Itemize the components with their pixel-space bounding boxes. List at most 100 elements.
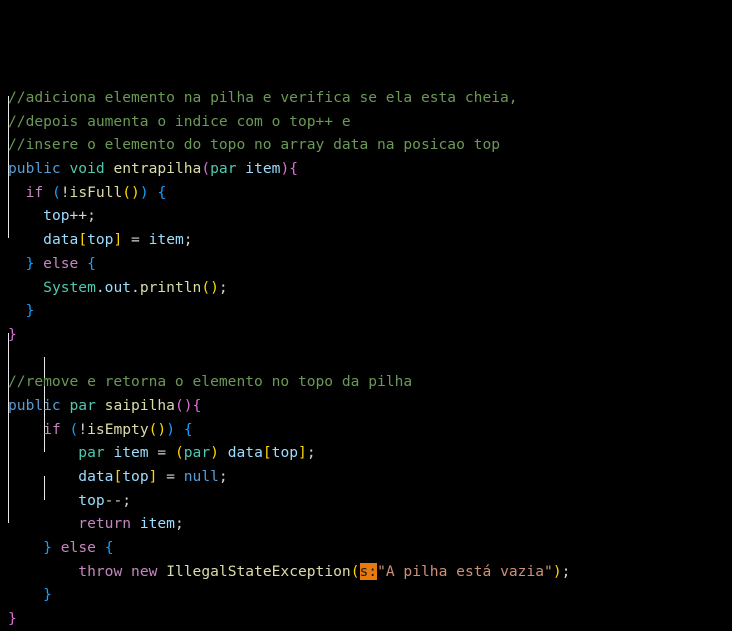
code-token: throw: [78, 562, 123, 580]
code-token: item: [139, 515, 175, 533]
code-token: //adiciona elemento na pilha e verifica …: [8, 89, 518, 106]
code-line[interactable]: return item;: [8, 512, 570, 536]
code-line[interactable]: public par saipilha(){: [8, 394, 570, 418]
code-token: out: [104, 278, 132, 296]
code-token: void: [69, 160, 105, 178]
code-token: ;: [183, 231, 193, 249]
code-editor[interactable]: //adiciona elemento na pilha e verifica …: [8, 1, 570, 631]
code-line[interactable]: public void entrapilha(par item){: [8, 157, 570, 181]
code-token: ): [139, 183, 149, 201]
code-line[interactable]: System.out.println();: [8, 276, 570, 300]
code-token: ;: [561, 562, 571, 580]
code-token: =: [148, 444, 175, 462]
code-token: entrapilha: [113, 160, 202, 178]
code-token: ): [280, 160, 290, 178]
code-token: --;: [104, 491, 132, 509]
code-line[interactable]: //depois aumenta o indice com o top++ e: [8, 110, 570, 134]
code-line[interactable]: data[top] = null;: [8, 465, 570, 489]
code-token: }: [8, 610, 17, 628]
code-token: data: [227, 444, 263, 462]
code-token: (: [174, 444, 184, 462]
code-token: {: [192, 396, 202, 414]
code-token: else: [43, 254, 79, 272]
code-line[interactable]: top--;: [8, 489, 570, 513]
code-line[interactable]: //adiciona elemento na pilha e verifica …: [8, 86, 570, 110]
code-token: (): [201, 278, 219, 296]
code-line[interactable]: [8, 347, 570, 371]
code-token: isFull: [69, 183, 123, 201]
code-token: item: [148, 231, 184, 249]
code-line[interactable]: throw new IllegalStateException(s:"A pil…: [8, 560, 570, 584]
code-line[interactable]: }: [8, 607, 570, 631]
code-token: isEmpty: [87, 420, 149, 438]
code-token: ]: [113, 231, 123, 249]
code-token: =: [157, 468, 184, 485]
code-token: ): [166, 420, 176, 438]
code-token: public: [8, 396, 61, 414]
code-token: }: [25, 302, 35, 320]
code-token: {: [157, 183, 167, 201]
code-token: top: [271, 444, 299, 462]
code-token: !: [60, 183, 70, 201]
code-line[interactable]: //insere o elemento do topo no array dat…: [8, 133, 570, 157]
code-token: ++;: [69, 207, 96, 225]
code-line[interactable]: top++;: [8, 204, 570, 228]
code-token: [: [113, 468, 123, 485]
code-token: (: [51, 183, 61, 201]
code-token: top: [78, 491, 105, 509]
code-line[interactable]: } else {: [8, 536, 570, 560]
code-token: IllegalStateException: [166, 562, 351, 580]
code-token: {: [87, 254, 96, 272]
code-token: top: [43, 207, 70, 225]
code-token: {: [289, 160, 299, 178]
code-token: [: [262, 444, 272, 462]
code-line[interactable]: }: [8, 583, 570, 607]
code-token: !: [78, 420, 88, 438]
code-line[interactable]: }: [8, 299, 570, 323]
code-token: if: [43, 420, 61, 438]
code-token: (): [148, 420, 167, 438]
code-token: {: [104, 539, 114, 557]
code-token: item: [113, 444, 149, 462]
code-token: (): [122, 183, 140, 201]
code-token: saipilha: [104, 396, 175, 414]
code-token: {: [183, 420, 193, 438]
code-line[interactable]: } else {: [8, 252, 570, 276]
code-token: ;: [218, 468, 228, 485]
code-line[interactable]: //remove e retorna o elemento no topo da…: [8, 370, 570, 394]
code-token: [: [78, 231, 88, 249]
code-token: if: [25, 183, 44, 201]
code-token: //depois aumenta o indice com o top++ e: [8, 112, 351, 130]
code-token: }: [8, 325, 17, 343]
code-token: item: [245, 160, 281, 178]
code-token: public: [8, 160, 61, 178]
code-token: ]: [298, 444, 307, 462]
code-token: null: [183, 468, 219, 485]
code-line[interactable]: data[top] = item;: [8, 228, 570, 252]
code-line[interactable]: par item = (par) data[top];: [8, 441, 570, 465]
code-token: par: [210, 160, 237, 178]
code-line[interactable]: }: [8, 323, 570, 347]
code-line[interactable]: if (!isEmpty()) {: [8, 418, 570, 442]
code-token: //remove e retorna o elemento no topo da…: [8, 373, 413, 391]
code-line[interactable]: if (!isFull()) {: [8, 181, 570, 205]
